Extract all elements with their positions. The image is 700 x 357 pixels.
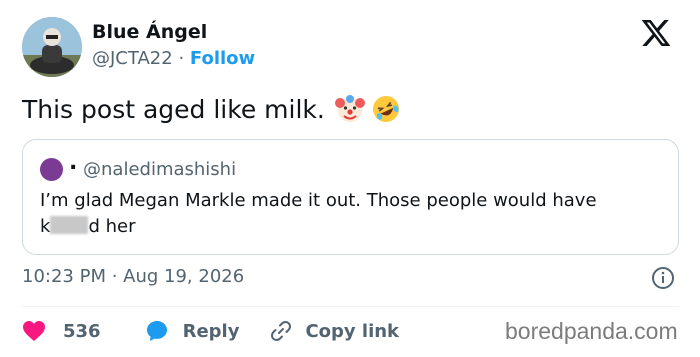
reply-button[interactable]: Reply	[145, 319, 240, 343]
quoted-author-handle[interactable]: @naledimashishi	[83, 159, 236, 180]
reply-label: Reply	[182, 320, 240, 342]
action-bar: 536 Reply Copy link	[22, 318, 399, 344]
author-name[interactable]: Blue Ángel	[92, 21, 207, 43]
quoted-text-line2-prefix: k	[40, 216, 51, 237]
quoted-tweet-card[interactable]: . @naledimashishi I’m glad Megan Markle …	[22, 139, 679, 255]
copy-link-button[interactable]: Copy link	[269, 319, 399, 343]
quoted-author-name[interactable]: .	[69, 150, 77, 175]
reply-bubble-icon	[146, 321, 167, 341]
quoted-tweet-text: I’m glad Megan Markle made it out. Those…	[40, 188, 670, 240]
author-avatar[interactable]	[22, 17, 82, 77]
like-button[interactable]: 536	[22, 320, 101, 342]
author-handle-row: @JCTA22 · Follow	[92, 48, 255, 69]
like-count: 536	[63, 320, 101, 342]
quoted-author-avatar[interactable]	[40, 158, 63, 181]
follow-button[interactable]: Follow	[190, 48, 255, 69]
rolling-on-floor-laughing-icon	[372, 96, 399, 122]
boredpanda-watermark: boredpanda.com	[505, 318, 678, 344]
censored-word-blur	[50, 216, 89, 234]
link-icon	[271, 321, 292, 341]
separator: ·	[178, 48, 185, 69]
tweet-text-row: This post aged like milk.	[22, 94, 401, 124]
clown-face-icon	[334, 95, 365, 122]
x-logo-icon[interactable]	[639, 17, 673, 49]
divider	[22, 306, 679, 307]
copy-link-label: Copy link	[305, 320, 400, 342]
author-handle[interactable]: @JCTA22	[92, 48, 173, 69]
quoted-text-line1: I’m glad Megan Markle made it out. Those…	[40, 190, 597, 211]
info-icon[interactable]	[651, 266, 675, 290]
tweet-text: This post aged like milk.	[22, 94, 325, 124]
quoted-text-line2-suffix: d her	[88, 216, 136, 237]
heart-icon	[23, 321, 45, 341]
tweet-timestamp[interactable]: 10:23 PM · Aug 19, 2026	[22, 266, 244, 287]
